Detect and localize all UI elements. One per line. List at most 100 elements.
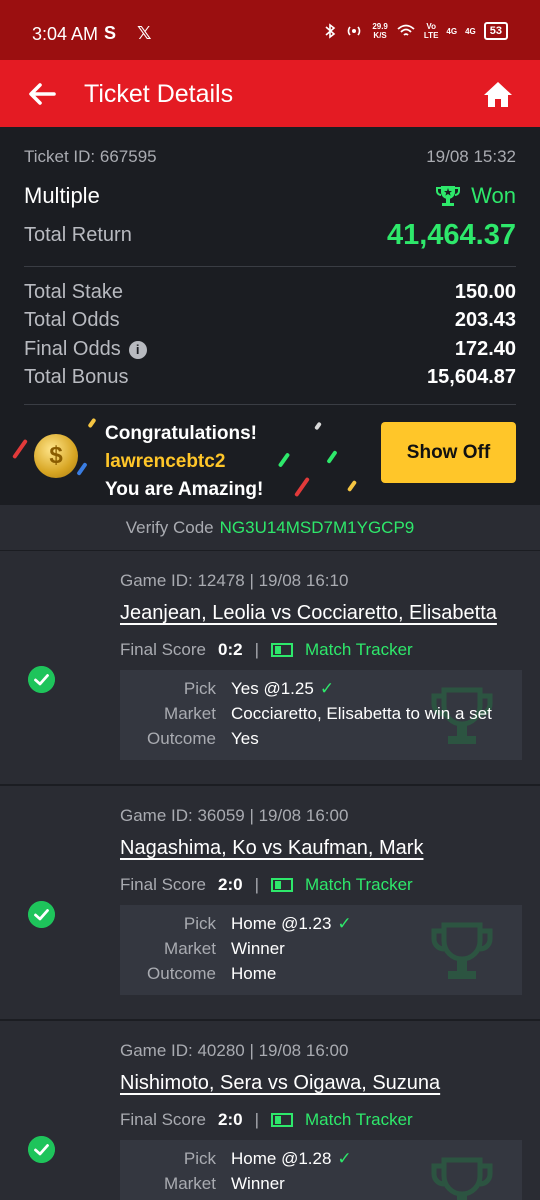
game-item: Game ID: 36059 | 19/08 16:00 Nagashima, … (0, 785, 540, 1019)
final-odds-label: Final Odds (24, 338, 121, 360)
total-stake-label: Total Stake (24, 281, 123, 303)
volte-indicator: Vo LTE (423, 22, 439, 40)
outcome-value: Home (231, 964, 277, 983)
final-score: 0:2 (217, 640, 243, 659)
score-row: Final Score 0:2 | Match Tracker (120, 640, 413, 660)
final-score-label: Final Score (120, 875, 206, 894)
check-circle-icon (28, 901, 55, 928)
confetti (76, 462, 88, 476)
outcome-value: Yes (231, 729, 259, 748)
trophy-icon (431, 1157, 493, 1200)
market-value: Winner (231, 939, 285, 958)
info-icon[interactable]: i (128, 340, 147, 359)
congrats-line: Congratulations! (105, 423, 257, 444)
check-circle-icon (28, 666, 55, 693)
game-item: Game ID: 12478 | 19/08 16:10 Jeanjean, L… (0, 550, 540, 784)
verify-label: Verify Code (125, 518, 214, 537)
confetti (87, 417, 97, 429)
game-id: Game ID: 40280 | 19/08 16:00 (120, 1041, 349, 1060)
market-label: Market (164, 704, 216, 723)
confetti (277, 452, 291, 468)
confetti (12, 438, 28, 460)
match-title[interactable]: Nishimoto, Sera vs Oigawa, Suzuna (120, 1072, 440, 1095)
match-tracker-link[interactable]: Match Tracker (305, 640, 413, 660)
status-text: Won (471, 183, 516, 208)
market-label: Market (164, 1174, 216, 1193)
wifi-icon (397, 24, 415, 36)
total-return-label: Total Return (24, 224, 132, 246)
game-id: Game ID: 12478 | 19/08 16:10 (120, 571, 349, 590)
signal-1-icon: 4G (446, 26, 458, 36)
confetti (314, 421, 322, 431)
ticket-datetime: 19/08 15:32 (426, 147, 516, 166)
checkmark-icon: ✓ (337, 914, 352, 933)
checkmark-icon: ✓ (319, 679, 335, 698)
pick-value: Home @1.23 ✓ (231, 914, 352, 933)
final-score: 2:0 (217, 875, 243, 894)
bluetooth-icon (325, 23, 336, 39)
final-odds-value: 172.40 (454, 338, 516, 360)
app-header: Ticket Details (0, 60, 540, 127)
ticket-id: Ticket ID: 667595 (24, 147, 157, 166)
divider (24, 266, 516, 267)
status-bar: 3:04 AM S 𝕏 29.9 K/S Vo LTE 4G 4G 53 (0, 0, 540, 60)
congrats-text: Congratulations! lawrencebtc2 You are Am… (105, 420, 263, 504)
total-stake-value: 150.00 (454, 281, 516, 303)
status-time: 3:04 AM (32, 24, 99, 44)
pick-label: Pick (183, 679, 216, 698)
home-icon[interactable] (480, 76, 516, 112)
pick-value: Home @1.28 ✓ (231, 1149, 352, 1168)
tracker-icon[interactable] (270, 643, 293, 657)
ticket-summary: Ticket ID: 667595 19/08 15:32 Multiple W… (0, 127, 540, 410)
market-value: Winner (231, 1174, 285, 1193)
market-value: Cocciaretto, Elisabetta to win a set (231, 704, 492, 723)
match-tracker-link[interactable]: Match Tracker (305, 1110, 413, 1130)
total-bonus-label: Total Bonus (24, 366, 129, 388)
pick-label: Pick (183, 914, 216, 933)
match-title[interactable]: Nagashima, Ko vs Kaufman, Mark (120, 837, 423, 860)
score-row: Final Score 2:0 | Match Tracker (120, 875, 413, 895)
outcome-label: Outcome (147, 964, 216, 983)
total-bonus-value: 15,604.87 (427, 366, 516, 388)
total-return-value: 41,464.37 (386, 219, 516, 251)
congrats-banner: $ Congratulations! lawrencebtc2 You are … (0, 410, 540, 505)
status-right-icons: 29.9 K/S Vo LTE 4G 4G 53 (324, 22, 508, 40)
final-score-label: Final Score (120, 1110, 206, 1129)
page-title: Ticket Details (84, 80, 234, 108)
notification-icons: S 𝕏 (104, 23, 160, 43)
confetti (346, 479, 358, 493)
market-label: Market (164, 939, 216, 958)
back-arrow-icon[interactable] (24, 76, 60, 112)
pick-details: Pick Home @1.23 ✓ Market Winner Outcome H… (120, 905, 522, 995)
congrats-line: You are Amazing! (105, 479, 264, 500)
verify-code-bar: Verify Code NG3U14MSD7M1YGCP9 (0, 505, 540, 550)
tracker-icon[interactable] (270, 1113, 293, 1127)
match-tracker-link[interactable]: Match Tracker (305, 875, 413, 895)
outcome-label: Outcome (147, 729, 216, 748)
tracker-icon[interactable] (270, 878, 293, 892)
bet-type: Multiple (24, 183, 100, 208)
confetti (294, 476, 310, 498)
signal-2-icon: 4G (465, 26, 476, 36)
check-circle-icon (28, 1136, 55, 1163)
status-badge: Won (435, 183, 516, 209)
match-title[interactable]: Jeanjean, Leolia vs Cocciaretto, Elisabe… (120, 602, 497, 625)
score-row: Final Score 2:0 | Match Tracker (120, 1110, 413, 1130)
net-speed: 29.9 K/S (372, 22, 388, 40)
final-score-label: Final Score (120, 640, 206, 659)
trophy-icon (431, 922, 493, 979)
verify-code[interactable]: NG3U14MSD7M1YGCP9 (220, 518, 415, 537)
divider (24, 404, 516, 405)
confetti (326, 450, 338, 464)
total-odds-value: 203.43 (454, 309, 516, 331)
final-score: 2:0 (217, 1110, 243, 1129)
pick-value: Yes @1.25 ✓ (231, 679, 335, 698)
pick-details: Pick Home @1.28 ✓ Market Winner (120, 1140, 522, 1200)
coin-icon: $ (34, 434, 78, 478)
checkmark-icon: ✓ (337, 1149, 352, 1168)
trophy-icon (436, 186, 461, 206)
total-odds-label: Total Odds (24, 309, 120, 331)
pick-label: Pick (183, 1149, 216, 1168)
show-off-button[interactable]: Show Off (381, 422, 516, 483)
game-item: Game ID: 40280 | 19/08 16:00 Nishimoto, … (0, 1020, 540, 1200)
